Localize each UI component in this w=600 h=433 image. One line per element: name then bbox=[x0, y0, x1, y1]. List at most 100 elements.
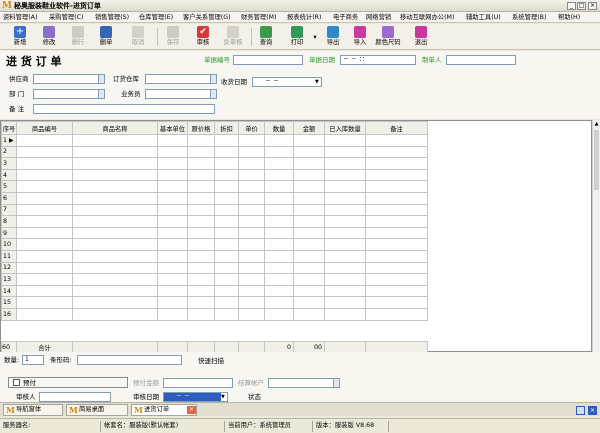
supplier-label: 供应商 bbox=[9, 75, 29, 83]
menu-reports[interactable]: 报表统计(R) bbox=[287, 13, 321, 22]
col-remark[interactable]: 备注 bbox=[365, 121, 428, 135]
menu-finance[interactable]: 财务管理(M) bbox=[241, 13, 277, 22]
close-icon[interactable]: × bbox=[588, 406, 597, 415]
ellipsis-button[interactable] bbox=[333, 379, 339, 387]
menu-system[interactable]: 系统管理(B) bbox=[512, 13, 546, 22]
col-item-code[interactable]: 商品编号 bbox=[16, 121, 73, 135]
menu-sales[interactable]: 销售管理(S) bbox=[95, 13, 129, 22]
chevron-down-icon[interactable]: ▼ bbox=[315, 78, 321, 86]
app-logo-icon: M bbox=[134, 405, 143, 415]
col-unit-price[interactable]: 单价 bbox=[238, 121, 265, 135]
ellipsis-button[interactable] bbox=[98, 90, 104, 98]
table-row[interactable]: 6 bbox=[1, 191, 428, 205]
prepay-checkbox[interactable] bbox=[13, 379, 20, 386]
chevron-down-icon[interactable]: ▼ bbox=[221, 393, 227, 401]
table-row[interactable]: 12 bbox=[1, 261, 428, 275]
table-row[interactable]: 14 bbox=[1, 284, 428, 298]
auditor-field[interactable] bbox=[39, 392, 111, 402]
window-title: 秘奥服装鞋业软件-进货订单 bbox=[14, 2, 101, 10]
save-button[interactable]: 保存 bbox=[161, 26, 185, 47]
maximize-button[interactable]: □ bbox=[577, 2, 586, 10]
grid-vertical-scrollbar[interactable]: ▲ bbox=[592, 120, 600, 352]
menu-help[interactable]: 帮助(H) bbox=[558, 13, 580, 22]
menu-marketing[interactable]: 网络营销 bbox=[366, 13, 391, 22]
table-row[interactable]: 11 bbox=[1, 249, 428, 263]
dept-field[interactable] bbox=[33, 89, 105, 99]
import-button[interactable]: 导入 bbox=[348, 26, 372, 47]
unaudit-button[interactable]: 反审核 bbox=[219, 26, 247, 47]
tab-simple-desktop[interactable]: M 简易桌面 bbox=[66, 404, 128, 416]
minimize-button[interactable]: _ bbox=[567, 2, 576, 10]
barcode-input[interactable] bbox=[77, 355, 182, 365]
table-row[interactable]: 16 bbox=[1, 307, 428, 321]
table-row[interactable]: 8 bbox=[1, 215, 428, 228]
checkmark-icon: ✔ bbox=[197, 26, 209, 38]
doc-date-field[interactable]: － － ：： bbox=[340, 55, 416, 65]
edit-button[interactable]: 修改 bbox=[37, 26, 61, 47]
col-quantity[interactable]: 数量 bbox=[264, 121, 294, 135]
close-tab-icon[interactable]: × bbox=[187, 406, 196, 414]
supplier-field[interactable] bbox=[33, 74, 105, 84]
receive-date-field[interactable]: － － ▼ bbox=[252, 77, 322, 87]
menu-warehouse[interactable]: 仓库管理(E) bbox=[139, 13, 173, 22]
print-dropdown-button[interactable]: ▾ bbox=[311, 34, 319, 42]
prepay-amount-field[interactable] bbox=[163, 378, 233, 388]
prepay-box: 预付 bbox=[8, 377, 128, 388]
ellipsis-button[interactable] bbox=[210, 75, 216, 83]
col-amount[interactable]: 金额 bbox=[293, 121, 325, 135]
table-row[interactable]: 7 bbox=[1, 203, 428, 217]
settle-account-field[interactable] bbox=[268, 378, 340, 388]
audit-button[interactable]: ✔ 审核 bbox=[190, 26, 216, 47]
col-received-qty[interactable]: 已入库数量 bbox=[324, 121, 366, 135]
scroll-thumb[interactable] bbox=[594, 130, 599, 190]
table-row[interactable]: 2 bbox=[1, 145, 428, 159]
col-unit[interactable]: 基本单位 bbox=[157, 121, 188, 135]
maker-field[interactable] bbox=[446, 55, 516, 65]
export-button[interactable]: 导出 bbox=[321, 26, 345, 47]
remark-field[interactable] bbox=[33, 104, 215, 114]
app-logo-icon: M bbox=[69, 405, 78, 415]
menu-crm[interactable]: 客户关系管理(G) bbox=[183, 13, 231, 22]
tab-purchase-order[interactable]: M 进货订单 × bbox=[131, 404, 197, 416]
col-discount[interactable]: 折扣 bbox=[214, 121, 239, 135]
salesman-field[interactable] bbox=[145, 89, 217, 99]
menu-purchase[interactable]: 采购管理(C) bbox=[49, 13, 84, 22]
qty-input[interactable]: 1 bbox=[22, 355, 44, 365]
scroll-up-icon[interactable]: ▲ bbox=[593, 121, 600, 127]
menu-ecommerce[interactable]: 电子商务 bbox=[333, 13, 358, 22]
close-button[interactable]: × bbox=[588, 2, 597, 10]
restore-icon[interactable] bbox=[576, 406, 585, 415]
query-button[interactable]: 查询 bbox=[254, 26, 278, 47]
new-button[interactable]: + 新增 bbox=[8, 26, 32, 47]
settle-account-label: 结算帐户 bbox=[238, 379, 264, 387]
exit-button[interactable]: 退出 bbox=[409, 26, 433, 47]
menu-tools[interactable]: 辅助工具(U) bbox=[466, 13, 501, 22]
title-bar: M 秘奥服装鞋业软件-进货订单 _ □ × bbox=[0, 0, 600, 12]
doc-no-field[interactable] bbox=[233, 55, 303, 65]
table-row[interactable]: 3 bbox=[1, 157, 428, 170]
warehouse-field[interactable] bbox=[145, 74, 217, 84]
table-row[interactable]: 9 bbox=[1, 226, 428, 240]
table-row[interactable]: 10 bbox=[1, 238, 428, 251]
table-row[interactable]: 13 bbox=[1, 273, 428, 286]
delete-row-button[interactable]: 删行 bbox=[66, 26, 90, 47]
print-button[interactable]: 打印 bbox=[284, 26, 310, 47]
item-grid[interactable]: 序号 商品编号 商品名称 基本单位 原价格 折扣 单价 数量 金额 已入库数量 … bbox=[0, 120, 592, 353]
ellipsis-button[interactable] bbox=[210, 90, 216, 98]
audit-date-field[interactable]: － － ▼ bbox=[163, 392, 228, 402]
tab-navigation[interactable]: M 导航窗体 bbox=[3, 404, 63, 416]
table-row[interactable]: 5 bbox=[1, 180, 428, 193]
table-row[interactable]: 15 bbox=[1, 296, 428, 309]
menu-mobile-office[interactable]: 移动互联网办公(M) bbox=[400, 13, 454, 22]
cancel-button[interactable]: 取消 bbox=[126, 26, 150, 47]
col-index[interactable]: 序号 bbox=[1, 121, 17, 135]
table-row[interactable]: 4 bbox=[1, 168, 428, 182]
col-original-price[interactable]: 原价格 bbox=[187, 121, 215, 135]
delete-doc-button[interactable]: 删单 bbox=[94, 26, 118, 47]
col-item-name[interactable]: 商品名称 bbox=[72, 121, 158, 135]
menu-data[interactable]: 资料管理(A) bbox=[3, 13, 37, 22]
color-size-button[interactable]: 颜色尺码 bbox=[371, 26, 405, 47]
import-icon bbox=[354, 26, 366, 38]
table-row[interactable]: 1 bbox=[1, 134, 428, 147]
ellipsis-button[interactable] bbox=[98, 75, 104, 83]
